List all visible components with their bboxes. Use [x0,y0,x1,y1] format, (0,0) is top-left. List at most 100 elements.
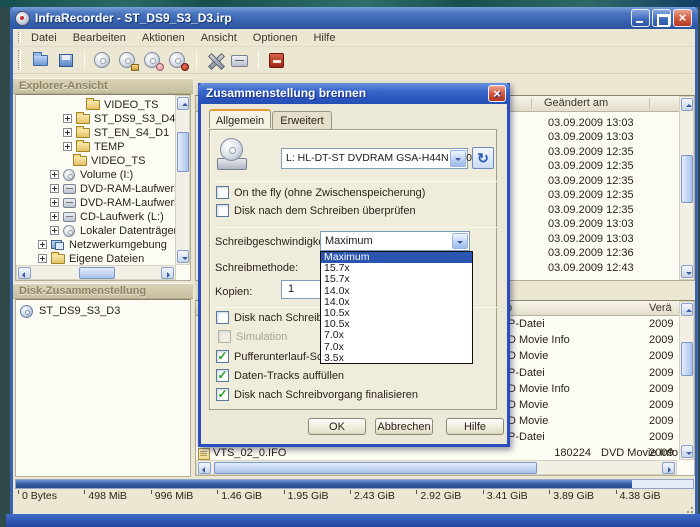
disc-capacity-bar [15,479,694,489]
tab-erweitert[interactable]: Erweitert [272,111,332,130]
write-speed-value: Maximum [325,235,373,247]
date-cell[interactable]: 03.09.2009 12:35 [548,189,634,201]
burn-compilation-icon[interactable] [93,51,113,70]
tree-item[interactable]: Eigene Dateien [16,252,174,266]
tree-vertical-scrollbar[interactable] [175,95,190,265]
capacity-tick: 2.43 GiB [349,490,415,503]
help-button[interactable]: Hilfe [446,418,504,435]
tree-item[interactable]: ST_EN_S4_D1 [16,126,174,140]
toolbar-grip[interactable] [18,50,21,70]
manage-tracks-icon[interactable] [143,51,163,70]
photo-edge-top [0,0,700,7]
close-button[interactable]: × [673,9,692,27]
chevron-down-icon[interactable] [450,150,466,167]
separator [215,181,497,182]
save-project-icon[interactable] [56,51,76,70]
tree-item[interactable]: DVD-RAM-Laufwerk ( [16,182,174,196]
resize-grip[interactable] [684,504,693,513]
toolbar-separator [196,51,197,69]
tree-item[interactable]: VIDEO_TS [16,98,174,112]
tree-item[interactable]: CD-Laufwerk (L:) [16,210,174,224]
tree-horizontal-scrollbar[interactable] [16,265,176,280]
date-cell[interactable]: 03.09.2009 13:03 [548,233,634,245]
write-speed-select[interactable]: Maximum [320,231,470,251]
menu-ansicht[interactable]: Ansicht [201,32,237,44]
tree-item[interactable]: Volume (I:) [16,168,174,182]
tree-item[interactable]: TEMP [16,140,174,154]
refresh-drives-button[interactable]: ↻ [472,147,494,169]
file-year: 2009 [649,447,673,459]
pad-tracks-checkbox[interactable]: ✓ [216,369,229,382]
dialog-titlebar[interactable]: Zusammenstellung brennen × [198,83,510,104]
compilation-item[interactable]: ST_DS9_S3_D3 [16,304,186,318]
column-geaendert-am[interactable]: Geändert am [544,97,608,109]
copy-disc-icon[interactable] [118,51,138,70]
date-cell[interactable]: 03.09.2009 12:35 [548,204,634,216]
disc-icon [20,305,33,318]
file-size: 180224 [536,447,591,459]
column-veraendert-fragment[interactable]: Verä [649,302,672,314]
minimize-button[interactable] [631,9,650,27]
titlebar[interactable]: InfraRecorder - ST_DS9_S3_D3.irp × [10,7,698,29]
on-the-fly-checkbox[interactable] [216,186,229,199]
dropdown-option[interactable]: 15.7x [321,274,472,285]
menu-datei[interactable]: Datei [31,32,57,44]
capacity-tick: 0 Bytes [17,490,83,503]
date-cell[interactable]: 03.09.2009 12:35 [548,146,634,158]
finalize-disc-label: Disk nach Schreibvorgang finalisieren [234,389,418,401]
screen: InfraRecorder - ST_DS9_S3_D3.irp × Datei… [0,0,700,527]
finalize-disc-checkbox[interactable]: ✓ [216,388,229,401]
verify-disc-checkbox[interactable] [216,204,229,217]
dropdown-option[interactable]: 3.5x [321,353,472,364]
capacity-tick: 3.89 GiB [548,490,614,503]
tree-item[interactable]: DVD-RAM-Laufwerk ( [16,196,174,210]
date-cell[interactable]: 03.09.2009 12:35 [548,160,634,172]
dropdown-option[interactable]: 7.0x [321,330,472,341]
menu-optionen[interactable]: Optionen [253,32,298,44]
tree-item[interactable]: VIDEO_TS [16,154,174,168]
explorer-panel-title: Explorer-Ansicht [19,80,108,92]
date-cell[interactable]: 03.09.2009 12:36 [548,247,634,259]
open-project-icon[interactable] [31,51,51,70]
chevron-down-icon[interactable] [452,233,468,249]
file-list-vertical-scrollbar[interactable] [679,301,694,460]
menu-hilfe[interactable]: Hilfe [313,32,335,44]
date-cell[interactable]: 03.09.2009 13:03 [548,117,634,129]
exit-icon[interactable] [267,51,287,70]
menu-bearbeiten[interactable]: Bearbeiten [73,32,126,44]
write-speed-dropdown-list: Maximum 15.7x 15.7x 14.0x 14.0x 10.5x 10… [320,251,473,364]
tab-allgemein[interactable]: Allgemein [209,109,271,128]
write-method-label: Schreibmethode: [215,262,298,274]
buffer-underrun-checkbox[interactable]: ✓ [216,350,229,363]
copies-label: Kopien: [215,286,252,298]
tree-item[interactable]: Lokaler Datenträger [16,224,174,238]
tree-item[interactable]: Netzwerkumgebung [16,238,174,252]
date-cell[interactable]: 03.09.2009 12:35 [548,175,634,187]
burn-image-icon[interactable] [168,51,188,70]
file-icon [198,448,210,460]
devices-icon[interactable] [230,51,250,70]
pad-tracks-label: Daten-Tracks auffüllen [234,370,344,382]
ok-button[interactable]: OK [308,418,366,435]
capacity-tick: 1.46 GiB [216,490,282,503]
cancel-button[interactable]: Abbrechen [375,418,433,435]
drive-select[interactable]: L: HL-DT-ST DVDRAM GSA-H44N RB02 [281,148,468,169]
menubar-grip[interactable] [18,32,21,43]
simulation-checkbox [218,330,231,343]
separator [215,227,497,228]
project-list-vertical-scrollbar[interactable] [679,96,694,280]
maximize-button[interactable] [652,9,671,27]
menu-aktionen[interactable]: Aktionen [142,32,185,44]
date-cell[interactable]: 03.09.2009 12:43 [548,262,634,274]
tools-icon[interactable] [205,51,225,70]
tree-item[interactable]: ST_DS9_S3_D4 [16,112,174,126]
dialog-close-button[interactable]: × [488,85,506,102]
eject-after-write-checkbox[interactable] [216,311,229,324]
dropdown-option[interactable]: 7.0x [321,342,472,353]
explorer-panel-header: Explorer-Ansicht [13,78,193,94]
file-list-horizontal-scrollbar[interactable] [196,460,677,475]
date-cell[interactable]: 03.09.2009 13:03 [548,218,634,230]
file-name: VTS_02_0.IFO [213,447,286,459]
date-cell[interactable]: 03.09.2009 13:03 [548,131,634,143]
capacity-tick: 2.92 GiB [415,490,481,503]
